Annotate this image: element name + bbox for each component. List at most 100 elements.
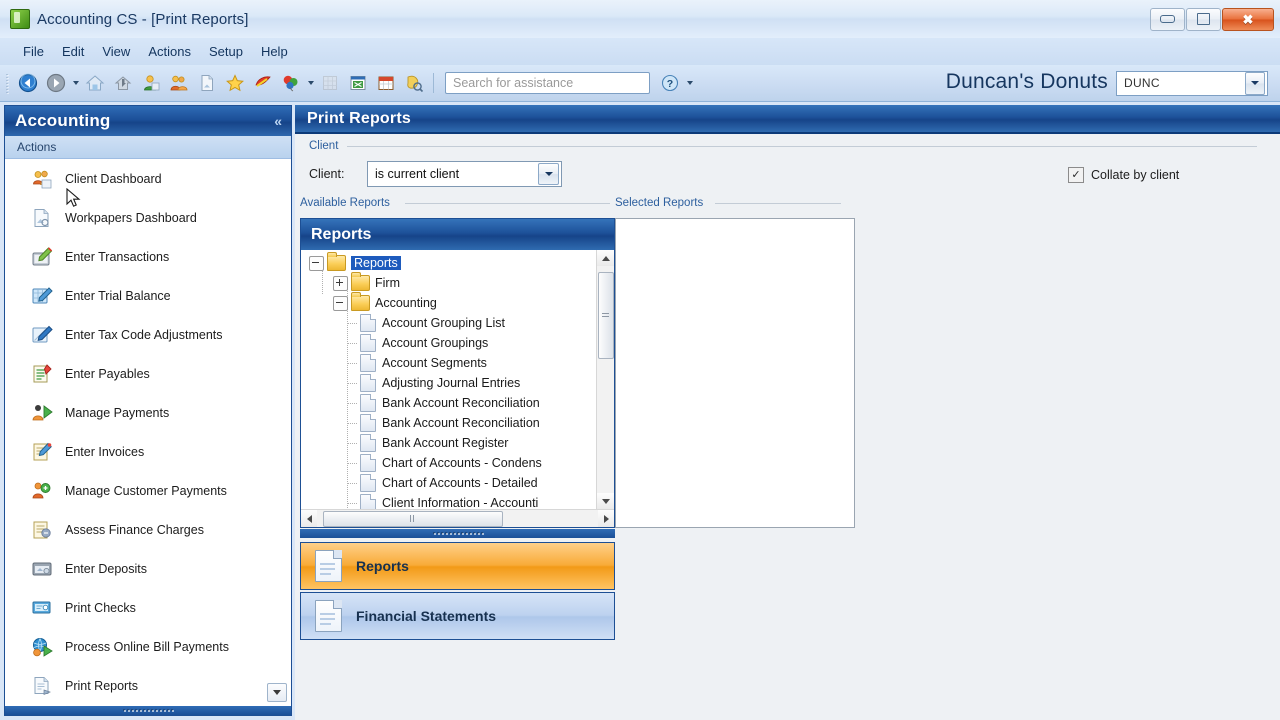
- report-document-icon: [360, 414, 376, 432]
- back-icon[interactable]: [15, 70, 41, 96]
- sidebar-item-enter-transactions[interactable]: Enter Transactions: [5, 237, 291, 276]
- tree-node-report[interactable]: Bank Account Register: [301, 433, 596, 453]
- menu-view[interactable]: View: [93, 41, 139, 62]
- tree-node-accounting[interactable]: Accounting: [301, 292, 596, 313]
- tree-horizontal-scrollbar[interactable]: [301, 509, 614, 527]
- report-document-icon: [360, 374, 376, 392]
- tree-node-report[interactable]: Chart of Accounts - Condens: [301, 453, 596, 473]
- tree-node-label: Accounting: [375, 296, 437, 310]
- sidebar-item-enter-payables[interactable]: Enter Payables: [5, 354, 291, 393]
- collapse-chevrons-icon[interactable]: «: [274, 113, 282, 129]
- client-field-label: Client:: [309, 167, 345, 181]
- menu-edit[interactable]: Edit: [53, 41, 93, 62]
- tree-node-reports[interactable]: Reports: [301, 252, 596, 273]
- tree-node-report[interactable]: Account Segments: [301, 353, 596, 373]
- favorites-star-icon[interactable]: [222, 70, 248, 96]
- sidebar-item-manage-customer-payments[interactable]: Manage Customer Payments: [5, 471, 291, 510]
- tree-vertical-scrollbar[interactable]: [596, 250, 614, 509]
- minimize-icon: [1160, 15, 1175, 23]
- report-document-icon: [360, 494, 376, 509]
- available-reports-rule: [405, 203, 610, 204]
- sidebar-item-enter-trial-balance[interactable]: Enter Trial Balance: [5, 276, 291, 315]
- home-icon[interactable]: [82, 70, 108, 96]
- sidebar-item-manage-payments[interactable]: Manage Payments: [5, 393, 291, 432]
- nav-button-financial-statements[interactable]: Financial Statements: [300, 592, 615, 640]
- ribbon-icon[interactable]: [250, 70, 276, 96]
- navigate-up-icon[interactable]: [110, 70, 136, 96]
- sidebar-item-label: Enter Transactions: [65, 249, 170, 264]
- calendar-icon[interactable]: [373, 70, 399, 96]
- process-online-bill-payments-icon: [31, 636, 53, 658]
- collate-by-client-checkbox[interactable]: ✓ Collate by client: [1068, 167, 1179, 183]
- scroll-right-button[interactable]: [598, 510, 614, 527]
- grip-dots-icon: [431, 531, 484, 536]
- scroll-left-button[interactable]: [301, 510, 317, 527]
- sidebar-item-enter-deposits[interactable]: Enter Deposits: [5, 549, 291, 588]
- maximize-button[interactable]: [1186, 7, 1221, 31]
- sidebar-item-client-dashboard[interactable]: Client Dashboard: [5, 159, 291, 198]
- tree-node-report[interactable]: Adjusting Journal Entries: [301, 373, 596, 393]
- support-icon[interactable]: [401, 70, 427, 96]
- menu-setup[interactable]: Setup: [200, 41, 252, 62]
- minimize-button[interactable]: [1150, 7, 1185, 31]
- chevron-left-icon: [306, 514, 312, 523]
- search-input[interactable]: Search for assistance: [445, 72, 650, 94]
- sidebar-item-enter-tax-code-adjustments[interactable]: Enter Tax Code Adjustments: [5, 315, 291, 354]
- expander-minus-icon[interactable]: [309, 255, 324, 271]
- sidebar-item-print-reports[interactable]: Print Reports: [5, 666, 291, 705]
- balloons-icon[interactable]: [278, 70, 304, 96]
- menu-actions[interactable]: Actions: [139, 41, 200, 62]
- chevron-down-icon[interactable]: [538, 163, 559, 185]
- help-dropdown-icon[interactable]: [684, 70, 695, 96]
- sidebar-item-workpapers-dashboard[interactable]: Workpapers Dashboard: [5, 198, 291, 237]
- reports-tree-title: Reports: [311, 225, 372, 243]
- menu-help[interactable]: Help: [252, 41, 297, 62]
- folder-icon: [351, 292, 370, 311]
- title-bar: Accounting CS - [Print Reports] ✖: [0, 0, 1280, 39]
- close-button[interactable]: ✖: [1222, 7, 1274, 31]
- expander-minus-icon[interactable]: [333, 295, 348, 311]
- menu-bar: File Edit View Actions Setup Help: [0, 38, 1280, 65]
- scroll-thumb[interactable]: [323, 511, 503, 527]
- print-checks-icon: [31, 597, 53, 619]
- tree-node-report[interactable]: Account Grouping List: [301, 313, 596, 333]
- tree-panel-resize-grip[interactable]: [300, 529, 615, 538]
- history-dropdown-icon[interactable]: [70, 70, 81, 96]
- client-icon[interactable]: [138, 70, 164, 96]
- scroll-down-button[interactable]: [597, 493, 614, 509]
- scroll-up-button[interactable]: [597, 250, 614, 266]
- help-question-icon[interactable]: ?: [657, 70, 683, 96]
- reports-tree-list[interactable]: Reports Firm Accounting Account Grouping…: [301, 250, 596, 509]
- menu-file[interactable]: File: [14, 41, 53, 62]
- scroll-track[interactable]: [317, 510, 598, 527]
- tree-node-firm[interactable]: Firm: [301, 272, 596, 293]
- excel-export-icon[interactable]: [345, 70, 371, 96]
- client-code-combo[interactable]: DUNC: [1116, 70, 1268, 96]
- forward-icon[interactable]: [43, 70, 69, 96]
- collate-by-client-label: Collate by client: [1091, 168, 1180, 182]
- sidebar-scroll-down-button[interactable]: [267, 683, 287, 702]
- tree-node-report[interactable]: Bank Account Reconciliation: [301, 413, 596, 433]
- balloons-dropdown-icon[interactable]: [305, 70, 316, 96]
- document-icon[interactable]: [194, 70, 220, 96]
- sidebar-item-print-checks[interactable]: Print Checks: [5, 588, 291, 627]
- tree-node-report[interactable]: Bank Account Reconciliation: [301, 393, 596, 413]
- toolbar-grip[interactable]: [6, 72, 10, 94]
- scroll-track[interactable]: [597, 266, 614, 493]
- tree-node-report[interactable]: Client Information - Accounti: [301, 493, 596, 509]
- selected-reports-list[interactable]: [615, 218, 855, 528]
- expander-plus-icon[interactable]: [333, 275, 348, 291]
- scroll-thumb[interactable]: [598, 272, 614, 359]
- tree-node-report[interactable]: Chart of Accounts - Detailed: [301, 473, 596, 493]
- sidebar-item-enter-invoices[interactable]: Enter Invoices: [5, 432, 291, 471]
- sidebar-item-process-online-bill-payments[interactable]: Process Online Bill Payments: [5, 627, 291, 666]
- sidebar-item-assess-finance-charges[interactable]: Assess Finance Charges: [5, 510, 291, 549]
- sidebar-resize-grip[interactable]: [5, 706, 291, 715]
- chevron-down-icon[interactable]: [1245, 71, 1265, 95]
- nav-button-reports[interactable]: Reports: [300, 542, 615, 590]
- accounting-sidebar: Accounting « Actions Client Dashboard Wo…: [4, 105, 292, 716]
- client-filter-combo[interactable]: is current client: [367, 161, 562, 187]
- employees-icon[interactable]: [166, 70, 192, 96]
- tree-node-report[interactable]: Account Groupings: [301, 333, 596, 353]
- nav-button-label: Financial Statements: [356, 608, 497, 624]
